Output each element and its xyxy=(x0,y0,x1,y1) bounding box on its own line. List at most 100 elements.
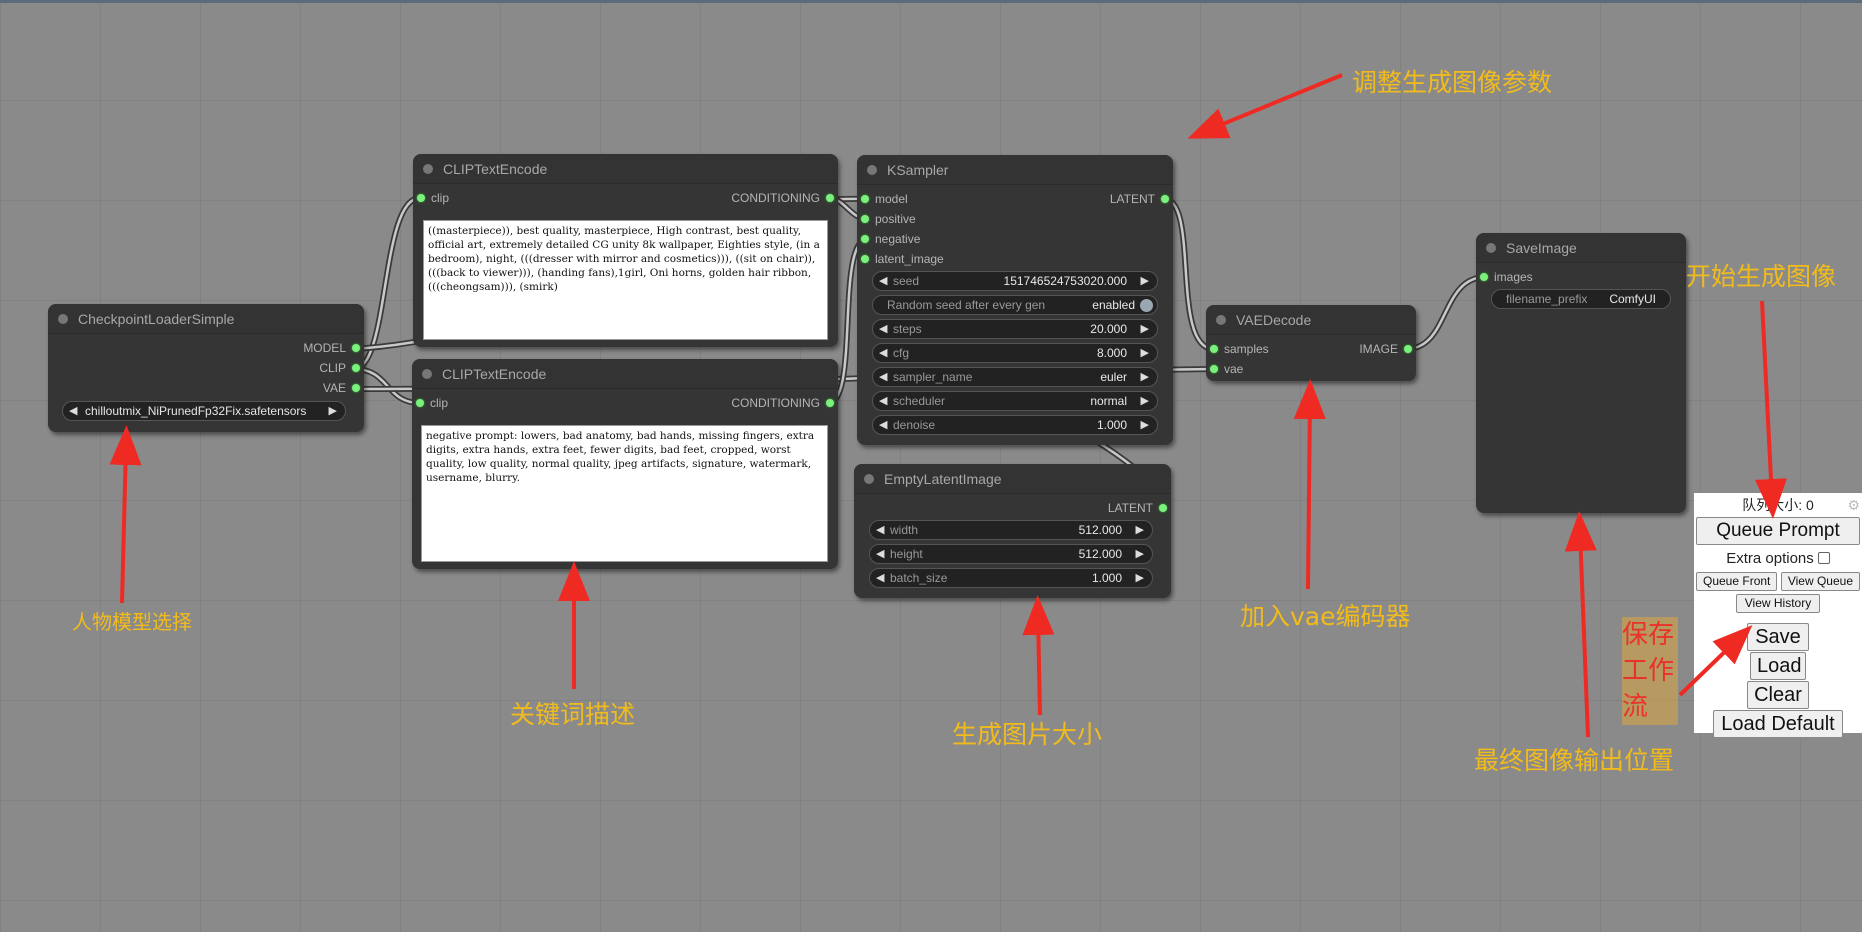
output-slot-image[interactable]: IMAGE xyxy=(1359,341,1416,357)
collapse-dot-icon[interactable] xyxy=(423,164,433,174)
node-title[interactable]: KSampler xyxy=(857,155,1173,185)
positive-prompt-textarea[interactable]: ((masterpiece)), best quality, masterpie… xyxy=(423,220,828,340)
arrow-left-icon[interactable]: ◀ xyxy=(876,521,884,539)
arrow-right-icon[interactable]: ▶ xyxy=(1136,545,1144,563)
clear-button[interactable]: Clear xyxy=(1747,681,1809,709)
slot-pin-icon[interactable] xyxy=(861,195,869,203)
node-empty-latent-image[interactable]: EmptyLatentImage LATENT ◀ width 512.000 … xyxy=(854,464,1171,598)
input-slot-negative[interactable]: negative xyxy=(857,231,920,247)
slot-pin-icon[interactable] xyxy=(861,235,869,243)
input-slot-positive[interactable]: positive xyxy=(857,211,916,227)
cfg-number-widget[interactable]: ◀ cfg 8.000 ▶ xyxy=(872,343,1158,363)
node-title[interactable]: CLIPTextEncode xyxy=(413,154,838,184)
collapse-dot-icon[interactable] xyxy=(1216,315,1226,325)
node-save-image[interactable]: SaveImage images filename_prefix ComfyUI xyxy=(1476,233,1686,513)
output-slot-vae[interactable]: VAE xyxy=(323,380,364,396)
node-ksampler[interactable]: KSampler model positive negative latent_… xyxy=(857,155,1173,445)
node-clip-text-encode-positive[interactable]: CLIPTextEncode clip CONDITIONING ((maste… xyxy=(413,154,838,347)
input-slot-samples[interactable]: samples xyxy=(1206,341,1269,357)
batch-size-number-widget[interactable]: ◀ batch_size 1.000 ▶ xyxy=(869,568,1153,588)
output-slot-conditioning[interactable]: CONDITIONING xyxy=(731,190,838,206)
arrow-right-icon[interactable]: ▶ xyxy=(1136,521,1144,539)
gear-icon[interactable]: ⚙ xyxy=(1847,495,1860,515)
node-clip-text-encode-negative[interactable]: CLIPTextEncode clip CONDITIONING negativ… xyxy=(412,359,838,569)
slot-pin-icon[interactable] xyxy=(416,399,424,407)
slot-pin-icon[interactable] xyxy=(1210,365,1218,373)
extra-options-checkbox[interactable] xyxy=(1817,552,1830,564)
seed-number-widget[interactable]: ◀ seed 151746524753020.000 ▶ xyxy=(872,271,1158,291)
collapse-dot-icon[interactable] xyxy=(864,474,874,484)
slot-pin-icon[interactable] xyxy=(1210,345,1218,353)
input-slot-vae[interactable]: vae xyxy=(1206,361,1243,377)
slot-pin-icon[interactable] xyxy=(826,399,834,407)
arrow-left-icon[interactable]: ◀ xyxy=(879,344,887,362)
width-number-widget[interactable]: ◀ width 512.000 ▶ xyxy=(869,520,1153,540)
output-slot-conditioning[interactable]: CONDITIONING xyxy=(731,395,838,411)
wire-image-to-saveimage[interactable] xyxy=(1403,274,1489,352)
view-queue-button[interactable]: View Queue xyxy=(1780,572,1860,591)
view-history-button[interactable]: View History xyxy=(1735,594,1821,613)
collapse-dot-icon[interactable] xyxy=(422,369,432,379)
collapse-dot-icon[interactable] xyxy=(867,165,877,175)
collapse-dot-icon[interactable] xyxy=(1486,243,1496,253)
load-default-button[interactable]: Load Default xyxy=(1713,710,1843,738)
arrow-right-icon[interactable]: ▶ xyxy=(1141,320,1149,338)
arrow-left-icon[interactable]: ◀ xyxy=(879,272,887,290)
height-number-widget[interactable]: ◀ height 512.000 ▶ xyxy=(869,544,1153,564)
queue-prompt-button[interactable]: Queue Prompt xyxy=(1696,517,1860,545)
input-slot-model[interactable]: model xyxy=(857,191,908,207)
slot-pin-icon[interactable] xyxy=(1161,195,1169,203)
node-checkpoint-loader[interactable]: CheckpointLoaderSimple MODEL CLIP VAE ◀ … xyxy=(48,304,364,432)
arrow-right-icon[interactable]: ▶ xyxy=(1141,344,1149,362)
output-slot-latent[interactable]: LATENT xyxy=(1108,500,1171,516)
output-slot-model[interactable]: MODEL xyxy=(303,340,364,356)
sampler-name-combo[interactable]: ◀ sampler_name euler ▶ xyxy=(872,367,1158,387)
arrow-left-icon[interactable]: ◀ xyxy=(879,368,887,386)
node-vae-decode[interactable]: VAEDecode samples vae IMAGE xyxy=(1206,305,1416,381)
toggle-knob-icon[interactable] xyxy=(1140,299,1153,312)
output-slot-clip[interactable]: CLIP xyxy=(319,360,364,376)
arrow-right-icon[interactable]: ▶ xyxy=(1141,392,1149,410)
node-title[interactable]: VAEDecode xyxy=(1206,305,1416,335)
arrow-right-icon[interactable]: ▶ xyxy=(1141,272,1149,290)
slot-pin-icon[interactable] xyxy=(417,194,425,202)
slot-pin-icon[interactable] xyxy=(352,344,360,352)
slot-pin-icon[interactable] xyxy=(1480,273,1488,281)
steps-number-widget[interactable]: ◀ steps 20.000 ▶ xyxy=(872,319,1158,339)
input-slot-latent-image[interactable]: latent_image xyxy=(857,251,944,267)
slot-pin-icon[interactable] xyxy=(861,255,869,263)
arrow-right-icon[interactable]: ▶ xyxy=(1141,416,1149,434)
arrow-right-icon[interactable]: ▶ xyxy=(1136,569,1144,587)
arrow-left-icon[interactable]: ◀ xyxy=(876,545,884,563)
slot-pin-icon[interactable] xyxy=(352,384,360,392)
load-button[interactable]: Load xyxy=(1750,652,1806,680)
node-title[interactable]: SaveImage xyxy=(1476,233,1686,263)
arrow-left-icon[interactable]: ◀ xyxy=(879,416,887,434)
negative-prompt-textarea[interactable]: negative prompt: lowers, bad anatomy, ba… xyxy=(421,425,828,562)
arrow-left-icon[interactable]: ◀ xyxy=(876,569,884,587)
queue-front-button[interactable]: Queue Front xyxy=(1696,572,1778,591)
denoise-number-widget[interactable]: ◀ denoise 1.000 ▶ xyxy=(872,415,1158,435)
slot-pin-icon[interactable] xyxy=(1159,504,1167,512)
scheduler-combo[interactable]: ◀ scheduler normal ▶ xyxy=(872,391,1158,411)
save-button[interactable]: Save xyxy=(1747,623,1809,651)
slot-pin-icon[interactable] xyxy=(352,364,360,372)
arrow-right-icon[interactable]: ▶ xyxy=(329,402,337,420)
arrow-left-icon[interactable]: ◀ xyxy=(879,320,887,338)
ckpt-name-combo[interactable]: ◀ chilloutmix_NiPrunedFp32Fix.safetensor… xyxy=(62,401,346,421)
random-seed-toggle[interactable]: Random seed after every gen enabled xyxy=(872,295,1158,315)
slot-pin-icon[interactable] xyxy=(826,194,834,202)
collapse-dot-icon[interactable] xyxy=(58,314,68,324)
input-slot-clip[interactable]: clip xyxy=(412,395,448,411)
slot-pin-icon[interactable] xyxy=(1404,345,1412,353)
slot-pin-icon[interactable] xyxy=(861,215,869,223)
node-title[interactable]: EmptyLatentImage xyxy=(854,464,1171,494)
arrow-right-icon[interactable]: ▶ xyxy=(1141,368,1149,386)
arrow-left-icon[interactable]: ◀ xyxy=(879,392,887,410)
arrow-left-icon[interactable]: ◀ xyxy=(69,402,77,420)
filename-prefix-input[interactable]: filename_prefix ComfyUI xyxy=(1491,289,1671,309)
extra-options[interactable]: Extra options xyxy=(1694,548,1862,570)
node-title[interactable]: CLIPTextEncode xyxy=(412,359,838,389)
input-slot-images[interactable]: images xyxy=(1476,269,1533,285)
input-slot-clip[interactable]: clip xyxy=(413,190,449,206)
